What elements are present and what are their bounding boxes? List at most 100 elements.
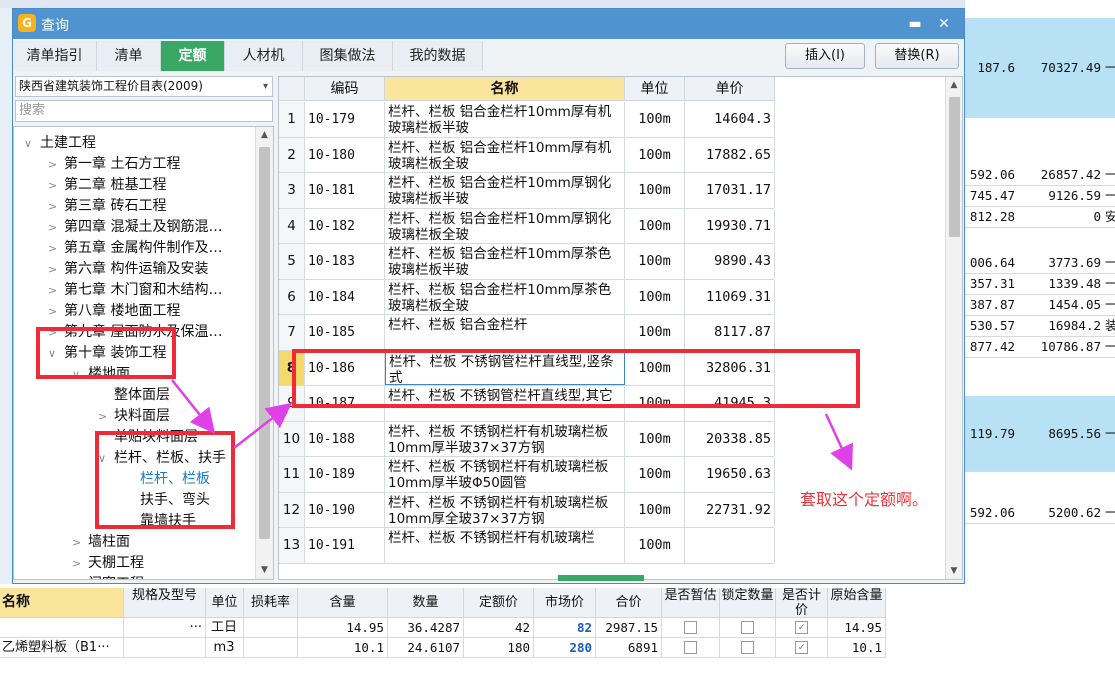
- table-cell[interactable]: 工日: [206, 618, 244, 638]
- column-header[interactable]: 名称: [0, 588, 124, 618]
- column-header[interactable]: 定额价: [464, 588, 534, 618]
- table-row[interactable]: 4 10-182 栏杆、栏板 铝合金栏杆10mm厚钢化玻璃栏板全玻 100m 19930…: [279, 208, 775, 244]
- table-row[interactable]: 10 10-188 栏杆、栏板 不锈钢栏杆有机玻璃栏板10mm厚半玻37×37方钢 1…: [279, 421, 775, 457]
- table-cell[interactable]: [244, 618, 298, 638]
- column-header[interactable]: 是否计价: [776, 588, 828, 618]
- table-cell[interactable]: [720, 638, 776, 658]
- table-cell[interactable]: [720, 618, 776, 638]
- table-row[interactable]: 12 10-190 栏杆、栏板 不锈钢栏杆有机玻璃栏板10mm厚全玻37×37方钢 1…: [279, 492, 775, 528]
- column-header[interactable]: 是否暂估: [662, 588, 720, 618]
- tree-node[interactable]: > 第七章 木门窗和木结构…: [48, 280, 222, 301]
- table-cell[interactable]: ···: [124, 618, 206, 638]
- tree-node[interactable]: > 第一章 土石方工程: [48, 154, 180, 175]
- tree-node[interactable]: > 块料面层: [98, 406, 170, 427]
- table-cell[interactable]: 24.6107: [388, 638, 464, 658]
- table-cell[interactable]: [0, 618, 124, 638]
- table-cell[interactable]: [662, 638, 720, 658]
- tree-node[interactable]: > 第四章 混凝土及钢筋混…: [48, 217, 222, 238]
- table-cell[interactable]: [244, 638, 298, 658]
- table-cell[interactable]: 82: [534, 618, 596, 638]
- splitter-handle[interactable]: [558, 575, 644, 581]
- table-row[interactable]: 11 10-189 栏杆、栏板 不锈钢栏杆有机玻璃栏板10mm厚半玻Φ50圆管 100…: [279, 457, 775, 493]
- checkbox[interactable]: ✓: [795, 621, 808, 634]
- tree-node[interactable]: > 第三章 砖石工程: [48, 196, 166, 217]
- tab-my-data[interactable]: 我的数据: [393, 41, 483, 71]
- expand-icon[interactable]: >: [72, 574, 88, 579]
- column-header[interactable]: 单位: [206, 588, 244, 618]
- table-row[interactable]: 13 10-191 栏杆、栏板 不锈钢栏杆有机玻璃栏 100m: [279, 528, 775, 564]
- tree-node[interactable]: >门窗工程: [72, 574, 144, 579]
- tab-bill[interactable]: 清单: [97, 41, 161, 71]
- table-cell[interactable]: 36.4287: [388, 618, 464, 638]
- checkbox[interactable]: [684, 621, 697, 634]
- scroll-up-icon[interactable]: ▲: [946, 77, 962, 93]
- tree-node[interactable]: 整体面层: [98, 385, 170, 406]
- expand-icon[interactable]: >: [72, 553, 88, 574]
- grid-header-price[interactable]: 单价: [685, 77, 775, 101]
- table-row[interactable]: 1 10-179 栏杆、栏板 铝合金栏杆10mm厚有机玻璃栏板半玻 100m 14604…: [279, 102, 775, 138]
- table-cell[interactable]: 2987.15: [596, 618, 662, 638]
- checkbox[interactable]: [741, 621, 754, 634]
- resource-table[interactable]: 名称 规格及型号 单位 损耗率 含量 数量 定额价 市场价 合价 是否暂估 锁定数量 是否计价 原始含量…: [0, 588, 1115, 694]
- grid-header-code[interactable]: 编码: [305, 77, 385, 101]
- tree-scrollbar[interactable]: ▲ ▼: [255, 127, 273, 579]
- table-cell[interactable]: 14.95: [828, 618, 886, 638]
- scroll-down-icon[interactable]: ▼: [946, 563, 962, 579]
- table-cell[interactable]: 6891: [596, 638, 662, 658]
- column-header[interactable]: 合价: [596, 588, 662, 618]
- table-row[interactable]: 7 10-185 栏杆、栏板 铝合金栏杆 100m 8117.87: [279, 315, 775, 351]
- expand-icon[interactable]: >: [48, 175, 64, 196]
- scroll-thumb[interactable]: [259, 147, 270, 539]
- table-cell[interactable]: 180: [464, 638, 534, 658]
- scroll-up-icon[interactable]: ▲: [256, 127, 273, 144]
- table-cell[interactable]: 乙烯塑料板（B1···: [0, 638, 124, 658]
- table-cell[interactable]: ✓: [776, 638, 828, 658]
- tree-node[interactable]: > 第五章 金属构件制作及…: [48, 238, 222, 259]
- replace-button[interactable]: 替换(R): [875, 43, 959, 69]
- tree-node[interactable]: > 天棚工程: [72, 553, 144, 574]
- column-header[interactable]: 锁定数量: [720, 588, 776, 618]
- dialog-titlebar[interactable]: G 查询 ▬ ✕: [13, 9, 964, 39]
- checkbox[interactable]: ✓: [795, 641, 808, 654]
- search-input[interactable]: 搜索: [15, 100, 273, 122]
- tab-bill-guide[interactable]: 清单指引: [13, 41, 97, 71]
- grid-scrollbar[interactable]: ▲ ▼: [945, 77, 962, 579]
- expand-icon[interactable]: >: [98, 406, 114, 427]
- table-cell[interactable]: 42: [464, 618, 534, 638]
- checkbox[interactable]: [684, 641, 697, 654]
- table-cell[interactable]: [124, 638, 206, 658]
- tree-node[interactable]: > 第二章 桩基工程: [48, 175, 166, 196]
- tab-labor-material-machine[interactable]: 人材机: [225, 41, 303, 71]
- table-cell[interactable]: [662, 618, 720, 638]
- checkbox[interactable]: [741, 641, 754, 654]
- close-icon[interactable]: ✕: [933, 13, 955, 35]
- column-header[interactable]: 原始含量: [828, 588, 886, 618]
- column-header[interactable]: 市场价: [534, 588, 596, 618]
- tab-atlas-method[interactable]: 图集做法: [303, 41, 393, 71]
- grid-header-unit[interactable]: 单位: [625, 77, 685, 101]
- column-header[interactable]: 含量: [298, 588, 388, 618]
- insert-button[interactable]: 插入(I): [785, 43, 865, 69]
- table-cell[interactable]: 10.1: [298, 638, 388, 658]
- table-cell[interactable]: 280: [534, 638, 596, 658]
- table-row[interactable]: 3 10-181 栏杆、栏板 铝合金栏杆10mm厚钢化玻璃栏板半玻 100m 17031…: [279, 173, 775, 209]
- tree-node[interactable]: > 第八章 楼地面工程: [48, 301, 180, 322]
- table-row[interactable]: 5 10-183 栏杆、栏板 铝合金栏杆10mm厚茶色玻璃栏板半玻 100m 9890.…: [279, 244, 775, 280]
- tree-node[interactable]: ∨ 土建工程: [24, 133, 96, 154]
- expand-icon[interactable]: >: [48, 217, 64, 238]
- expand-icon[interactable]: >: [48, 259, 64, 280]
- scroll-down-icon[interactable]: ▼: [256, 562, 273, 579]
- collapse-icon[interactable]: ∨: [24, 133, 40, 154]
- table-row[interactable]: 2 10-180 栏杆、栏板 铝合金栏杆10mm厚有机玻璃栏板全玻 100m 17882…: [279, 137, 775, 173]
- table-cell[interactable]: 10.1: [828, 638, 886, 658]
- tab-quota[interactable]: 定额: [161, 41, 225, 71]
- expand-icon[interactable]: >: [48, 196, 64, 217]
- expand-icon[interactable]: >: [48, 301, 64, 322]
- catalog-select[interactable]: 陕西省建筑装饰工程价目表(2009) ▾: [15, 76, 273, 97]
- expand-icon[interactable]: >: [72, 532, 88, 553]
- table-cell[interactable]: 14.95: [298, 618, 388, 638]
- column-header[interactable]: 规格及型号: [124, 588, 206, 618]
- table-cell[interactable]: ✓: [776, 618, 828, 638]
- expand-icon[interactable]: >: [48, 154, 64, 175]
- minimize-icon[interactable]: ▬: [904, 13, 926, 35]
